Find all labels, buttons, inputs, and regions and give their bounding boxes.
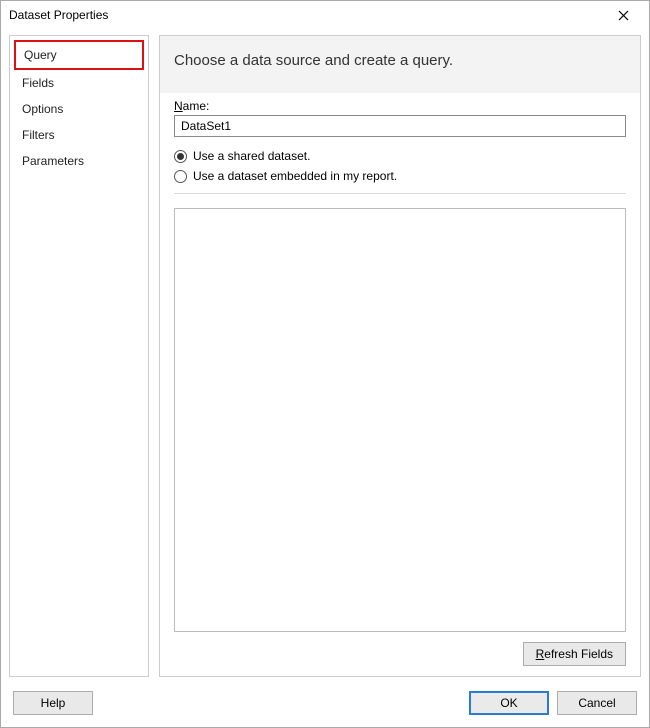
name-input[interactable] (174, 115, 626, 137)
dataset-mode-group: Use a shared dataset. Use a dataset embe… (174, 149, 626, 194)
sidebar-item-label: Parameters (22, 154, 84, 168)
dialog-footer: Help OK Cancel (1, 683, 649, 727)
close-button[interactable] (605, 1, 641, 29)
name-label: Name: (174, 99, 626, 113)
sidebar: Query Fields Options Filters Parameters (9, 35, 149, 677)
dialog-window: Dataset Properties Query Fields Options … (0, 0, 650, 728)
dialog-body: Query Fields Options Filters Parameters … (1, 29, 649, 683)
sidebar-item-label: Fields (22, 76, 54, 90)
refresh-row: Refresh Fields (174, 642, 626, 666)
refresh-fields-button[interactable]: Refresh Fields (523, 642, 626, 666)
radio-label: Use a dataset embedded in my report. (193, 169, 397, 183)
help-button[interactable]: Help (13, 691, 93, 715)
radio-shared-dataset[interactable]: Use a shared dataset. (174, 149, 626, 163)
sidebar-item-fields[interactable]: Fields (14, 70, 144, 96)
close-icon (618, 10, 629, 21)
sidebar-item-label: Options (22, 102, 63, 116)
sidebar-item-label: Filters (22, 128, 55, 142)
radio-embedded-dataset[interactable]: Use a dataset embedded in my report. (174, 169, 626, 183)
sidebar-item-label: Query (24, 48, 57, 62)
form-area: Name: Use a shared dataset. Use a datase… (160, 93, 640, 676)
sidebar-item-parameters[interactable]: Parameters (14, 148, 144, 174)
main-panel: Choose a data source and create a query.… (159, 35, 641, 677)
titlebar: Dataset Properties (1, 1, 649, 29)
radio-icon (174, 150, 187, 163)
sidebar-item-options[interactable]: Options (14, 96, 144, 122)
sidebar-item-filters[interactable]: Filters (14, 122, 144, 148)
panel-heading: Choose a data source and create a query. (160, 36, 640, 93)
radio-icon (174, 170, 187, 183)
dataset-list-box[interactable] (174, 208, 626, 632)
sidebar-item-query[interactable]: Query (14, 40, 144, 70)
dialog-title: Dataset Properties (9, 8, 108, 22)
radio-label: Use a shared dataset. (193, 149, 310, 163)
ok-button[interactable]: OK (469, 691, 549, 715)
cancel-button[interactable]: Cancel (557, 691, 637, 715)
